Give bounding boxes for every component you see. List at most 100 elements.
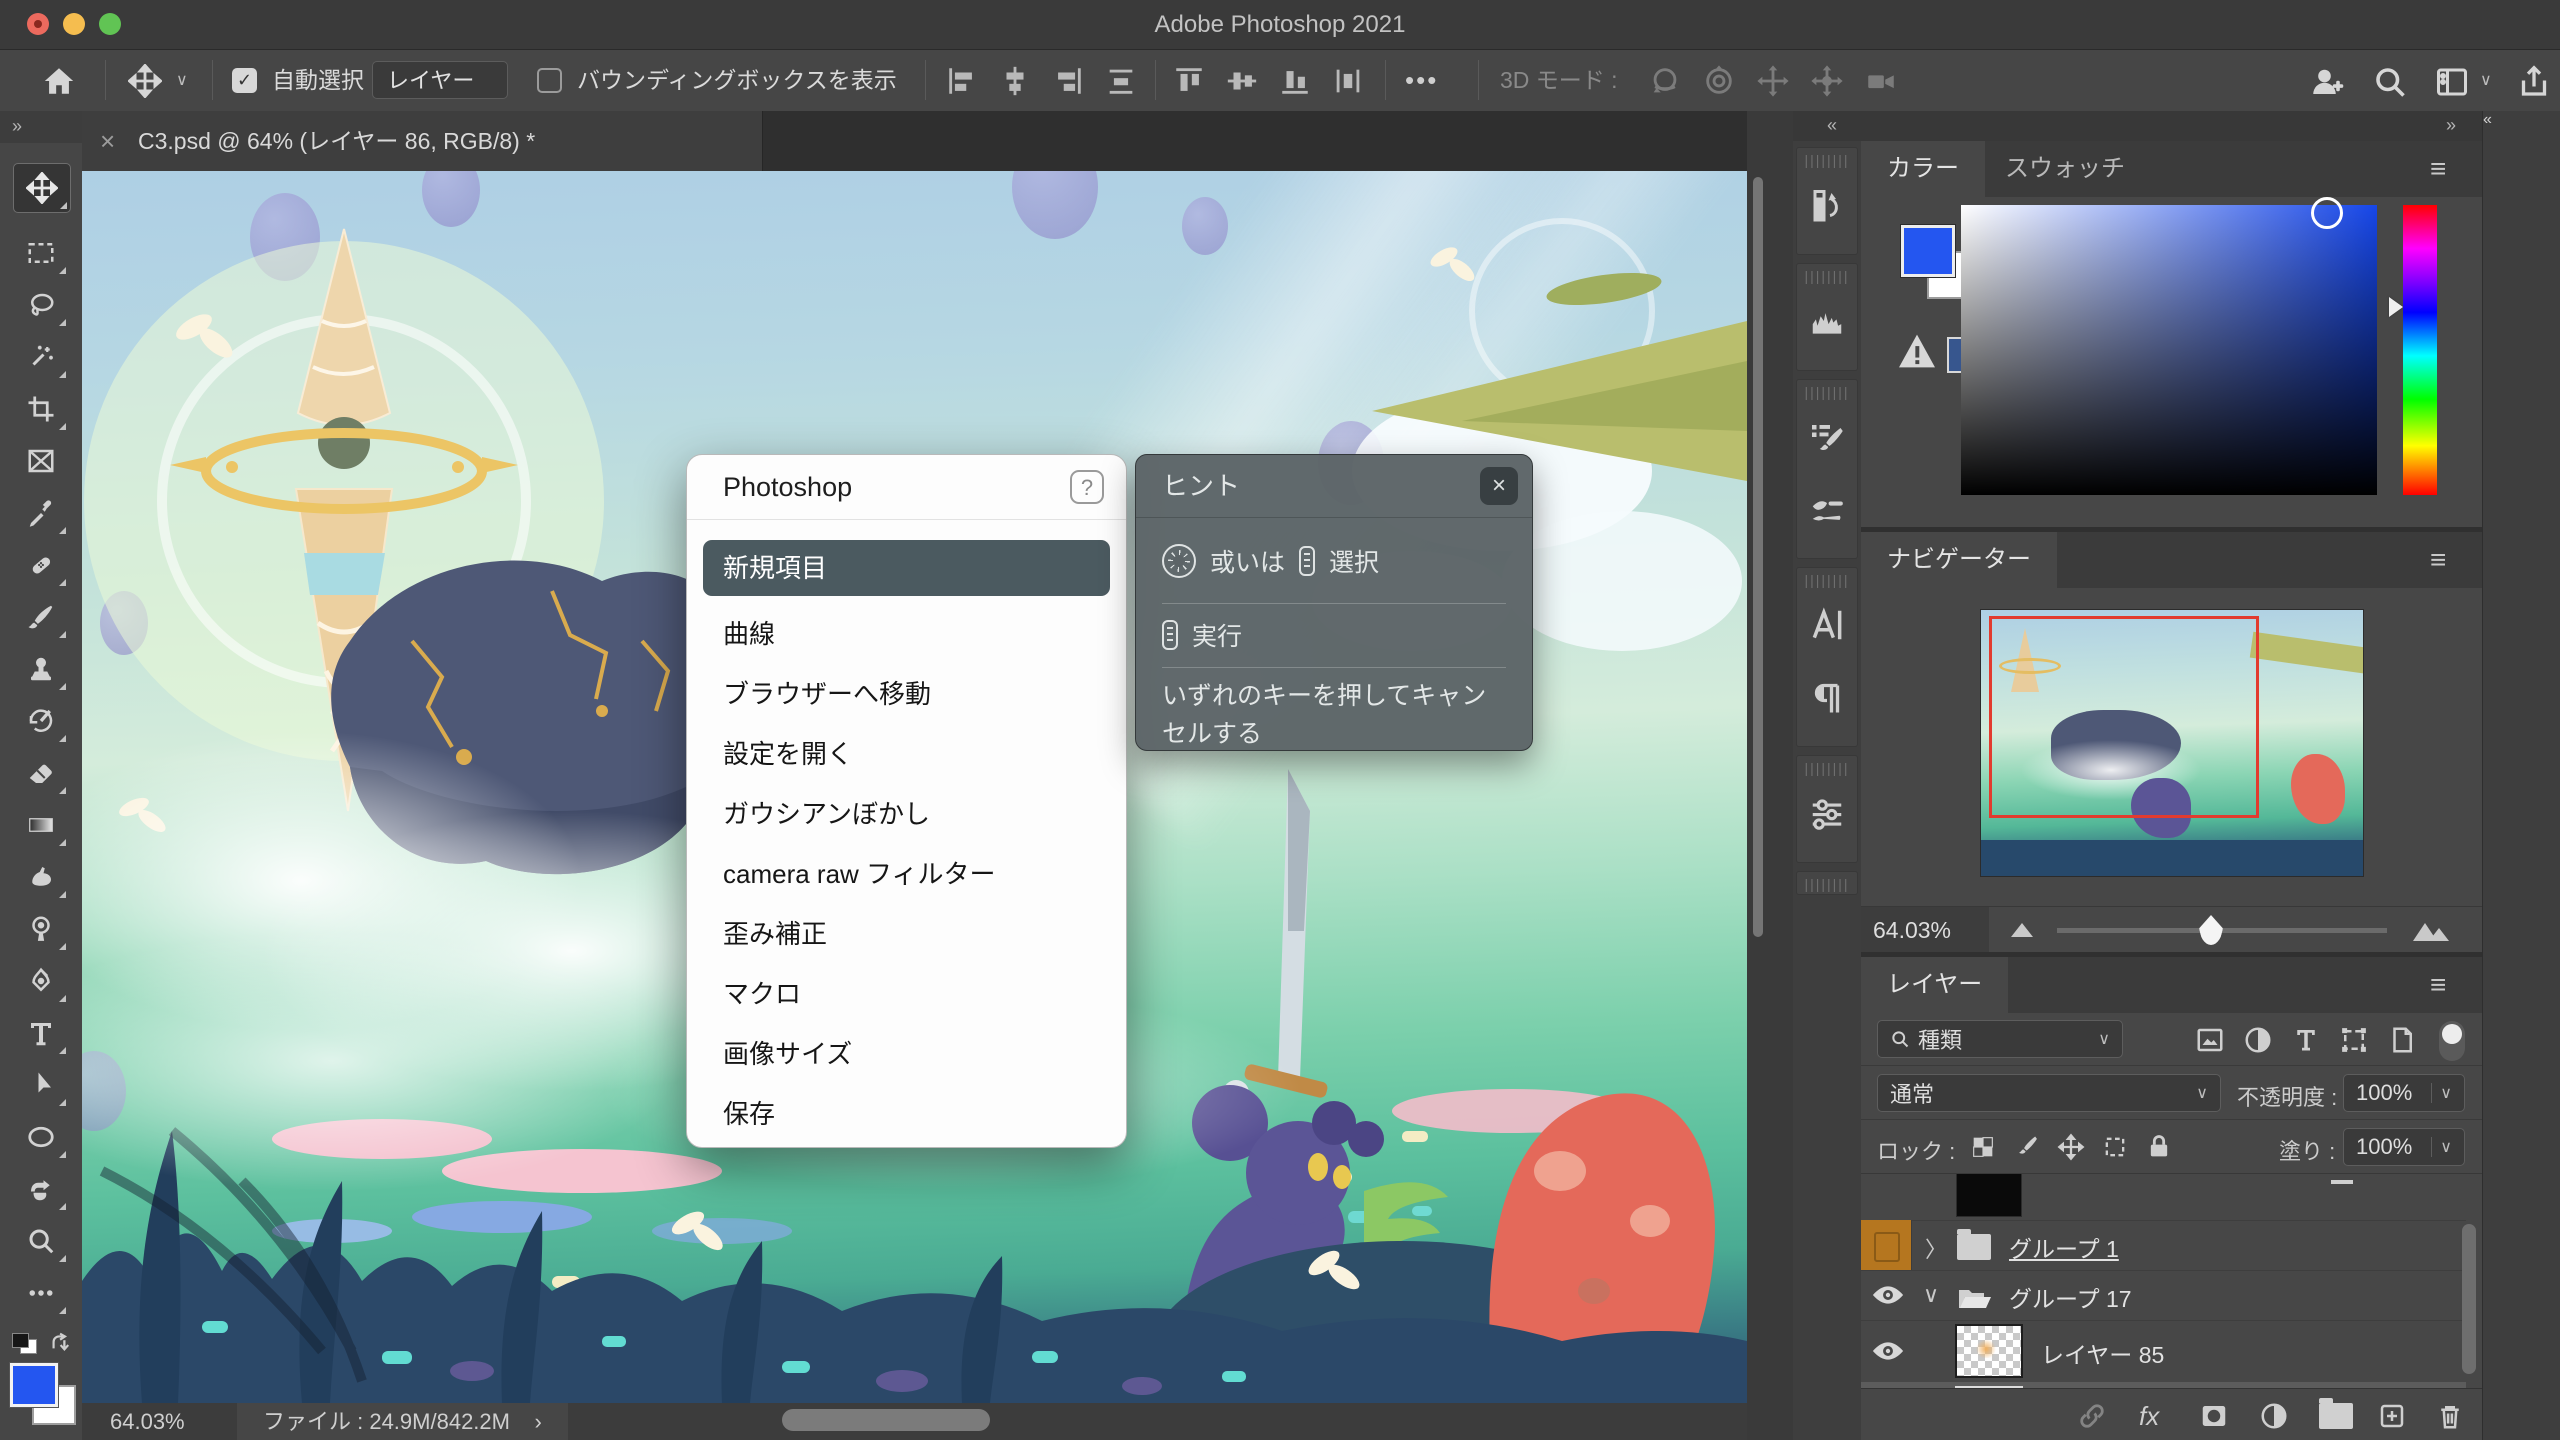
help-button[interactable]: ? — [1070, 470, 1104, 504]
new-layer-icon[interactable] — [2377, 1401, 2407, 1436]
panel-menu-icon[interactable]: ≡ — [2430, 141, 2460, 197]
foreground-color-swatch[interactable] — [10, 1363, 58, 1407]
gamut-warning-icon[interactable] — [1897, 333, 1937, 374]
paragraph-panel-icon[interactable] — [1797, 662, 1857, 736]
color-field-selector[interactable] — [2311, 197, 2343, 229]
group-expand-chevron[interactable]: ∨ — [1923, 1282, 1939, 1308]
filter-toggle-switch[interactable] — [2439, 1021, 2465, 1061]
tool-rectangular-marquee[interactable] — [13, 229, 69, 277]
tool-history-brush[interactable] — [13, 697, 69, 745]
share-icon[interactable] — [2516, 64, 2550, 98]
lock-position-icon[interactable] — [2057, 1133, 2085, 1166]
group-color-label[interactable] — [1861, 1220, 1912, 1270]
align-horizontal-centers-icon[interactable] — [998, 64, 1032, 98]
opacity-field[interactable]: 100% ∨ — [2343, 1074, 2465, 1112]
tool-magic-wand[interactable] — [13, 333, 69, 381]
panel-grip[interactable]: |||||||| — [1797, 876, 1857, 892]
layer-name[interactable]: レイヤー 85 — [2041, 1336, 2164, 1370]
dialog-item[interactable]: 設定を開く — [687, 724, 1126, 784]
navigator-view-box[interactable] — [1989, 616, 2259, 818]
history-panel-icon[interactable] — [1797, 168, 1857, 242]
tool-healing-brush[interactable] — [13, 541, 69, 589]
tool-lasso[interactable] — [13, 281, 69, 329]
character-panel-icon[interactable] — [1797, 588, 1857, 662]
new-adjustment-layer-icon[interactable] — [2259, 1401, 2289, 1436]
panel-grip[interactable]: |||||||| — [1797, 760, 1857, 776]
layer-thumbnail[interactable] — [1957, 1173, 2021, 1216]
tool-path-selection[interactable] — [13, 1061, 69, 1109]
layer-thumbnail[interactable] — [1957, 1326, 2021, 1376]
tool-smudge[interactable] — [13, 853, 69, 901]
layers-scrollbar[interactable] — [2462, 1224, 2476, 1374]
search-icon[interactable] — [2372, 64, 2406, 98]
workspace-switcher-icon[interactable] — [2434, 64, 2468, 98]
tool-move[interactable] — [13, 163, 71, 213]
layer-row-group1[interactable]: 〉 グループ 1 — [1861, 1220, 2466, 1271]
distribute-vertical-centers-icon[interactable] — [1104, 64, 1138, 98]
swap-colors-icon[interactable] — [46, 1331, 72, 1362]
lock-transparency-icon[interactable] — [1969, 1133, 1997, 1166]
tab-layers[interactable]: レイヤー — [1861, 957, 2008, 1013]
navigator-thumbnail[interactable] — [1981, 610, 2363, 876]
filter-image-icon[interactable] — [2195, 1025, 2225, 1060]
tool-eyedropper[interactable] — [13, 489, 69, 537]
status-zoom-value[interactable]: 64.03% — [110, 1403, 185, 1440]
filter-type-icon[interactable] — [2291, 1025, 2321, 1060]
bounding-box-checkbox[interactable] — [537, 68, 562, 93]
navigator-zoom-value[interactable]: 64.03% — [1861, 907, 1989, 953]
tool-clone-stamp[interactable] — [13, 645, 69, 693]
new-group-icon[interactable] — [2319, 1403, 2353, 1429]
dialog-item[interactable]: camera raw フィルター — [687, 844, 1126, 904]
dialog-item-selected[interactable]: 新規項目 — [703, 540, 1110, 596]
layer-filter-dropdown[interactable]: 種類 ∨ — [1877, 1020, 2123, 1058]
align-bottom-edges-icon[interactable] — [1278, 64, 1312, 98]
filter-adjustment-icon[interactable] — [2243, 1025, 2273, 1060]
canvas-horizontal-scrollbar[interactable] — [782, 1409, 990, 1431]
panel-grip[interactable]: |||||||| — [1797, 152, 1857, 168]
tool-dodge[interactable] — [13, 905, 69, 953]
move-options-chevron-icon[interactable]: ∨ — [176, 50, 188, 111]
dialog-item[interactable]: ガウシアンぼかし — [687, 784, 1126, 844]
lock-all-icon[interactable] — [2145, 1133, 2173, 1166]
color-field[interactable] — [1961, 205, 2377, 495]
hue-slider-pointer[interactable] — [2389, 297, 2403, 317]
share-for-review-icon[interactable] — [2308, 64, 2342, 98]
default-colors-icon[interactable] — [12, 1333, 38, 1355]
tool-brush[interactable] — [13, 593, 69, 641]
dialog-item[interactable]: 保存 — [687, 1084, 1126, 1144]
fill-field[interactable]: 100% ∨ — [2343, 1128, 2465, 1166]
tool-zoom[interactable] — [13, 1217, 69, 1265]
lock-artboard-icon[interactable] — [2101, 1133, 2129, 1166]
panel-menu-icon[interactable]: ≡ — [2430, 957, 2460, 1013]
tool-gradient[interactable] — [13, 801, 69, 849]
delete-layer-icon[interactable] — [2435, 1401, 2465, 1436]
foreground-color-swatch[interactable] — [1901, 225, 1955, 277]
lock-pixels-icon[interactable] — [2013, 1133, 2041, 1166]
file-info[interactable]: ファイル : 24.9M/842.2M › — [237, 1403, 568, 1440]
tool-eraser[interactable] — [13, 749, 69, 797]
panel-grip[interactable]: |||||||| — [1797, 384, 1857, 400]
tool-type[interactable] — [13, 1009, 69, 1057]
layer-row-layer85[interactable]: レイヤー 85 — [1861, 1320, 2466, 1383]
layer-name[interactable]: グループ 17 — [2009, 1280, 2132, 1314]
align-right-edges-icon[interactable] — [1051, 64, 1085, 98]
filter-smart-object-icon[interactable] — [2387, 1025, 2417, 1060]
status-expand-chevron[interactable]: › — [534, 1409, 541, 1434]
canvas-vertical-scrollbar[interactable] — [1753, 177, 1763, 937]
properties-panel-icon[interactable] — [1797, 776, 1857, 850]
visibility-eye-icon[interactable] — [1871, 1340, 1905, 1367]
edit-toolbar-button[interactable] — [13, 1269, 69, 1317]
panel-menu-icon[interactable]: ≡ — [2430, 532, 2460, 588]
align-top-edges-icon[interactable] — [1172, 64, 1206, 98]
strip-collapse-chevron[interactable]: « — [1793, 111, 1861, 141]
link-layers-icon[interactable] — [2077, 1401, 2107, 1436]
tab-color[interactable]: カラー — [1861, 141, 1985, 197]
panel-grip[interactable]: |||||||| — [1797, 572, 1857, 588]
libraries-collapse-chevron[interactable]: « — [2483, 111, 2560, 1440]
tool-pen[interactable] — [13, 957, 69, 1005]
tool-ellipse-shape[interactable] — [13, 1113, 69, 1161]
zoom-in-icon[interactable] — [2399, 921, 2451, 946]
move-tool-options-icon[interactable] — [128, 64, 162, 98]
dialog-item[interactable]: 歪み補正 — [687, 904, 1126, 964]
blend-mode-dropdown[interactable]: 通常 ∨ — [1877, 1074, 2221, 1112]
